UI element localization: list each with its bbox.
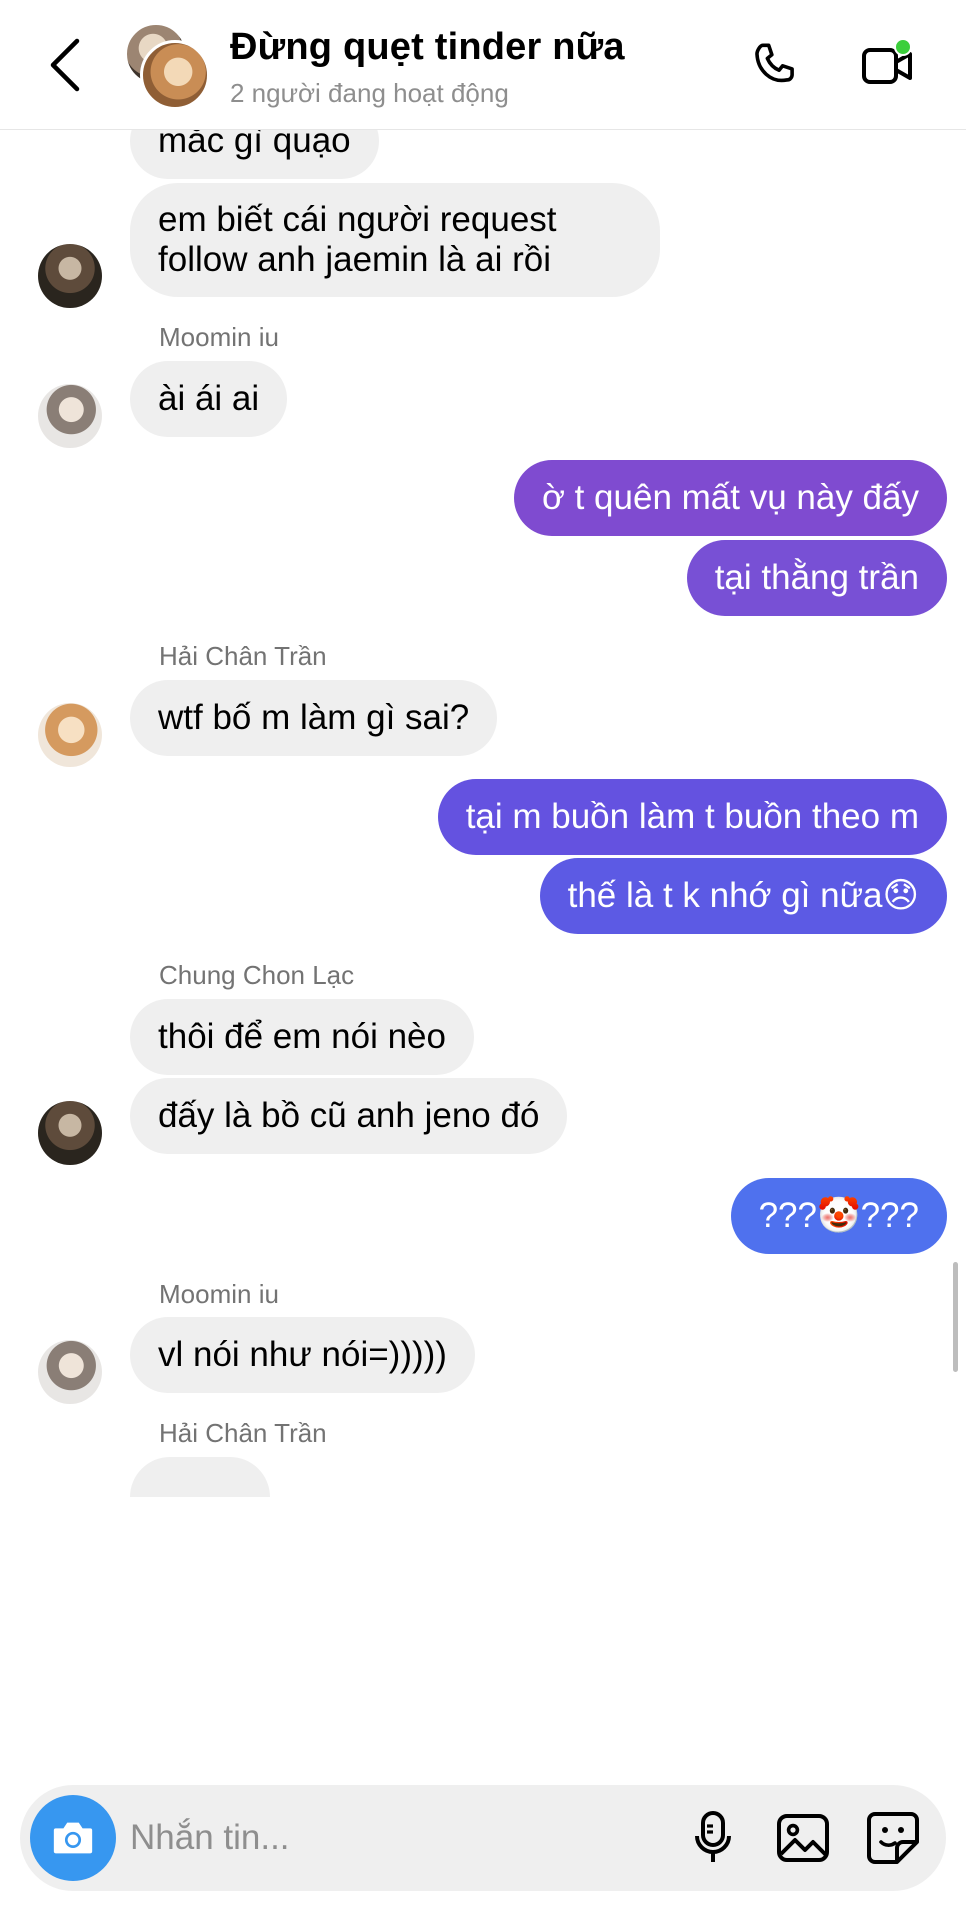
online-indicator [894, 38, 912, 56]
message-bubble-outgoing[interactable]: tại thằng trần [686, 540, 947, 616]
message-text: ??? [860, 1196, 919, 1235]
message-bubble-incoming[interactable] [130, 1457, 270, 1497]
sender-name: Hải Chân Trần [159, 1418, 327, 1448]
message-text: tại thằng trần [714, 558, 919, 597]
member-avatar [140, 40, 210, 110]
chat-title[interactable]: Đừng quẹt tinder nữa [230, 26, 625, 69]
message-bubble-incoming[interactable]: ài ái ai [130, 361, 288, 437]
clown-face-icon: 🤡 [817, 1196, 861, 1235]
scrollbar[interactable] [953, 1262, 958, 1372]
sender-name: Moomin iu [159, 322, 279, 352]
message-bubble-incoming[interactable]: thôi để em nói nèo [130, 999, 474, 1075]
chat-header: Đừng quẹt tinder nữa 2 người đang hoạt đ… [0, 0, 966, 130]
message-text: tại m buồn làm t buồn theo m [465, 797, 919, 836]
sender-name: Moomin iu [159, 1279, 279, 1309]
message-bubble-outgoing[interactable]: tại m buồn làm t buồn theo m [437, 779, 947, 855]
disappointed-face-icon: 😞 [882, 876, 920, 915]
sender-avatar[interactable] [38, 244, 102, 308]
sender-name: Chung Chon Lạc [159, 960, 355, 990]
message-input[interactable] [130, 1811, 650, 1865]
sender-avatar[interactable] [38, 1101, 102, 1165]
video-call-button[interactable] [858, 36, 918, 96]
message-text: em biết cái người request follow anh jae… [158, 200, 557, 279]
group-avatar[interactable] [124, 22, 214, 110]
sticker-icon [867, 1812, 919, 1864]
back-icon [50, 38, 80, 92]
message-text: thôi để em nói nèo [158, 1017, 446, 1056]
voice-message-button[interactable] [680, 1805, 746, 1871]
message-composer [20, 1785, 946, 1891]
message-bubble-outgoing[interactable]: thế là t k nhớ gì nữa 😞 [539, 858, 947, 934]
gallery-button[interactable] [770, 1805, 836, 1871]
message-text: thế là t k nhớ gì nữa [567, 876, 883, 915]
microphone-icon [695, 1811, 731, 1862]
sender-avatar[interactable] [38, 384, 102, 448]
message-text: ờ t quên mất vụ này đấy [541, 478, 919, 517]
message-text: đấy là bồ cũ anh jeno đó [158, 1096, 540, 1135]
call-button[interactable] [745, 36, 805, 96]
message-list[interactable]: mắc gì quạo em biết cái người request fo… [0, 0, 966, 1920]
sender-name: Hải Chân Trần [159, 641, 327, 671]
message-text: wtf bố m làm gì sai? [158, 698, 470, 737]
message-bubble-outgoing[interactable]: ??? 🤡 ??? [730, 1178, 947, 1254]
message-text: vl nói như nói=))))) [158, 1335, 447, 1374]
message-text: ài ái ai [158, 379, 260, 418]
message-text: ??? [758, 1196, 817, 1235]
back-button[interactable] [40, 30, 90, 100]
phone-icon [755, 43, 794, 83]
camera-icon [53, 1822, 93, 1854]
message-bubble-outgoing[interactable]: ờ t quên mất vụ này đấy [513, 460, 947, 536]
camera-button[interactable] [30, 1795, 116, 1881]
sticker-button[interactable] [860, 1805, 926, 1871]
active-status: 2 người đang hoạt động [230, 78, 509, 108]
message-bubble-incoming[interactable]: wtf bố m làm gì sai? [130, 680, 498, 756]
message-bubble-incoming[interactable]: vl nói như nói=))))) [130, 1317, 475, 1393]
message-bubble-incoming[interactable]: em biết cái người request follow anh jae… [130, 183, 660, 297]
message-bubble-incoming[interactable]: đấy là bồ cũ anh jeno đó [130, 1078, 568, 1154]
gallery-icon [777, 1814, 829, 1862]
sender-avatar[interactable] [38, 703, 102, 767]
sender-avatar[interactable] [38, 1340, 102, 1404]
